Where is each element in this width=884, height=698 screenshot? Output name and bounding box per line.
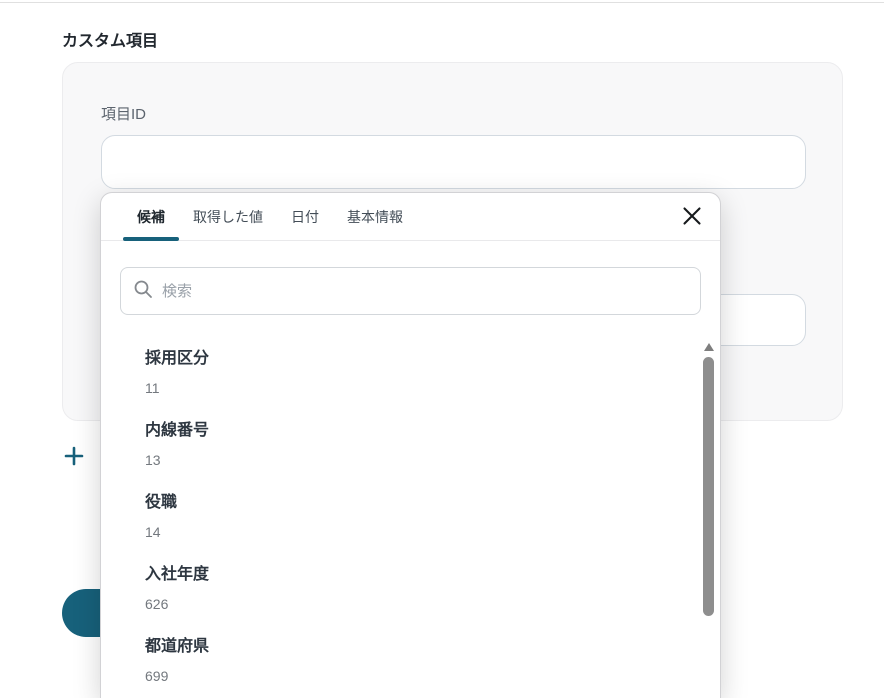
close-icon xyxy=(681,205,703,230)
page-title: カスタム項目 xyxy=(62,27,158,51)
list-item[interactable]: 役職 14 xyxy=(145,492,650,542)
custom-fields-screen: カスタム項目 項目ID 候補 取得した値 日付 基本情報 xyxy=(0,0,884,698)
close-popup-button[interactable] xyxy=(678,203,706,231)
suggestion-popup: 候補 取得した値 日付 基本情報 xyxy=(100,192,721,698)
item-id: 626 xyxy=(145,594,650,614)
search-box[interactable] xyxy=(120,267,701,315)
add-field-button[interactable] xyxy=(60,443,88,471)
search-input[interactable] xyxy=(162,283,688,300)
list-item[interactable]: 都道府県 699 xyxy=(145,636,650,686)
list-item[interactable]: 内線番号 13 xyxy=(145,420,650,470)
top-divider xyxy=(0,2,884,3)
item-name: 役職 xyxy=(145,492,650,514)
tab-date[interactable]: 日付 xyxy=(277,193,333,240)
tab-candidates[interactable]: 候補 xyxy=(123,193,179,240)
item-id: 699 xyxy=(145,666,650,686)
item-name: 採用区分 xyxy=(145,348,650,370)
triangle-up-icon[interactable] xyxy=(704,343,714,351)
tab-basic-info[interactable]: 基本情報 xyxy=(333,193,417,240)
item-id: 11 xyxy=(145,378,650,398)
field-id-input[interactable] xyxy=(101,135,806,189)
tab-retrieved-values[interactable]: 取得した値 xyxy=(179,193,277,240)
search-icon xyxy=(133,279,153,304)
candidate-list: 採用区分 11 内線番号 13 役職 14 入社年度 626 都道府県 699 xyxy=(101,348,720,686)
plus-icon xyxy=(63,445,85,470)
item-name: 入社年度 xyxy=(145,564,650,586)
scrollbar-thumb[interactable] xyxy=(703,357,714,616)
list-item[interactable]: 入社年度 626 xyxy=(145,564,650,614)
list-scrollbar[interactable] xyxy=(703,339,715,698)
popup-tab-bar: 候補 取得した値 日付 基本情報 xyxy=(101,193,720,241)
field-id-label: 項目ID xyxy=(101,103,146,124)
list-item[interactable]: 採用区分 11 xyxy=(145,348,650,398)
item-id: 13 xyxy=(145,450,650,470)
item-name: 都道府県 xyxy=(145,636,650,658)
item-id: 14 xyxy=(145,522,650,542)
item-name: 内線番号 xyxy=(145,420,650,442)
